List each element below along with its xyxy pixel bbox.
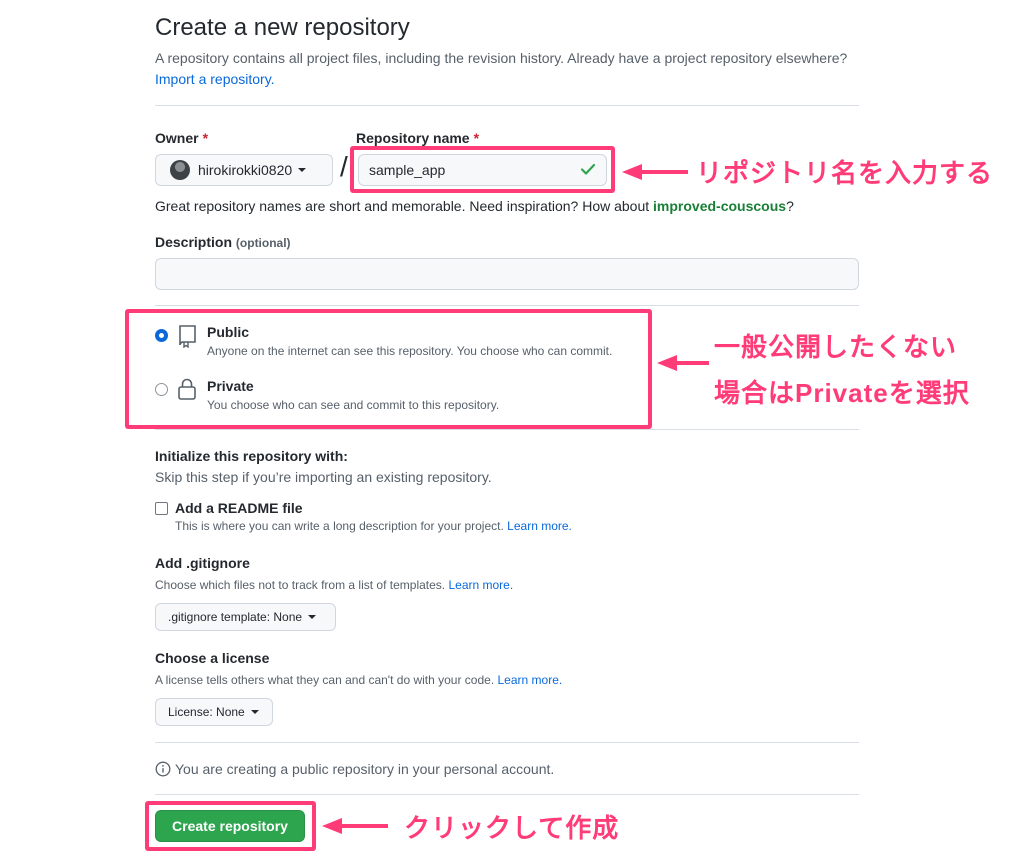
chevron-down-icon xyxy=(250,710,259,714)
divider xyxy=(155,305,859,306)
import-repository-link[interactable]: Import a repository. xyxy=(155,71,275,87)
init-heading: Initialize this repository with: xyxy=(155,448,348,464)
owner-value: hirokirokki0820 xyxy=(198,162,293,178)
repository-name-value: sample_app xyxy=(369,162,446,178)
annotation-visibility-line1: 一般公開したくない xyxy=(714,332,958,362)
public-radio[interactable] xyxy=(155,329,168,342)
lock-icon xyxy=(177,377,197,404)
owner-select[interactable]: hirokirokki0820 xyxy=(155,154,333,186)
divider xyxy=(155,742,859,743)
annotation-arrow-icon xyxy=(320,816,390,839)
init-subtext: Skip this step if you’re importing an ex… xyxy=(155,469,492,485)
divider xyxy=(155,429,859,430)
license-select[interactable]: License: None xyxy=(155,698,273,726)
gitignore-learn-more-link[interactable]: Learn more. xyxy=(448,578,513,592)
divider xyxy=(155,105,859,106)
readme-checkbox[interactable] xyxy=(155,502,168,515)
subtitle-text: A repository contains all project files,… xyxy=(155,50,848,66)
gitignore-description: Choose which files not to track from a l… xyxy=(155,578,514,592)
public-label: Public xyxy=(207,324,250,340)
owner-label: Owner * xyxy=(155,130,209,146)
gitignore-heading: Add .gitignore xyxy=(155,555,250,571)
license-learn-more-link[interactable]: Learn more. xyxy=(498,673,563,687)
private-description: You choose who can see and commit to thi… xyxy=(207,398,500,412)
private-radio[interactable] xyxy=(155,383,168,396)
gitignore-template-select[interactable]: .gitignore template: None xyxy=(155,603,336,631)
page-title: Create a new repository xyxy=(155,14,410,41)
check-icon xyxy=(580,161,596,180)
annotation-visibility-line2: 場合はPrivateを選択 xyxy=(714,378,970,408)
chevron-down-icon xyxy=(308,615,317,619)
create-repository-button[interactable]: Create repository xyxy=(155,810,305,842)
suggestion-link[interactable]: improved-couscous xyxy=(653,198,786,214)
license-heading: Choose a license xyxy=(155,650,270,666)
name-hint: Great repository names are short and mem… xyxy=(155,198,794,214)
owner-repo-separator: / xyxy=(340,151,348,182)
annotation-repo-name: リポジトリ名を入力する xyxy=(696,158,994,188)
private-label: Private xyxy=(207,378,254,394)
readme-label: Add a README file xyxy=(175,500,303,516)
visibility-notice: You are creating a public repository in … xyxy=(175,761,555,777)
readme-learn-more-link[interactable]: Learn more. xyxy=(507,519,572,533)
page-subtitle: A repository contains all project files,… xyxy=(155,48,855,90)
info-icon xyxy=(155,761,171,780)
repository-name-label: Repository name * xyxy=(356,130,480,146)
description-label: Description (optional) xyxy=(155,234,291,250)
annotation-arrow-icon xyxy=(655,353,711,376)
divider xyxy=(155,794,859,795)
avatar xyxy=(170,160,190,180)
chevron-down-icon xyxy=(298,168,307,172)
description-input[interactable] xyxy=(155,258,859,290)
annotation-create: クリックして作成 xyxy=(404,813,620,843)
annotation-arrow-icon xyxy=(620,162,690,185)
repo-icon xyxy=(176,324,198,351)
public-description: Anyone on the internet can see this repo… xyxy=(207,344,613,358)
repository-name-input[interactable]: sample_app xyxy=(358,154,607,186)
license-description: A license tells others what they can and… xyxy=(155,673,563,687)
readme-description: This is where you can write a long descr… xyxy=(175,519,572,533)
